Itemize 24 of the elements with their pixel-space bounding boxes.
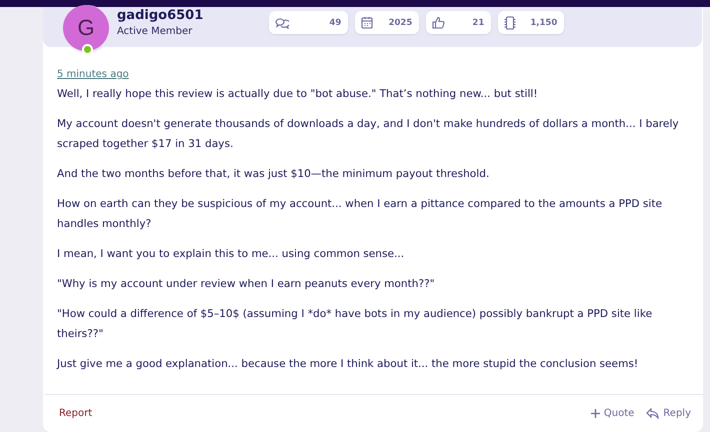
stat-value: 2025 xyxy=(388,18,412,28)
reply-link[interactable]: Reply xyxy=(646,408,691,419)
post-time-link[interactable]: 5 minutes ago xyxy=(57,69,129,80)
quote-link[interactable]: Quote xyxy=(590,408,634,419)
user-title: Active Member xyxy=(117,26,194,37)
post-paragraph: Just give me a good explanation... because the more I think about it... the more stupid the conclusion seems! xyxy=(57,357,640,372)
reply-arrow-icon xyxy=(646,408,660,419)
username-link[interactable]: gadigo6501 xyxy=(117,8,204,23)
report-link[interactable]: Report xyxy=(59,408,92,419)
post-paragraph: "Why is my account under review when I earn peanuts every month??" xyxy=(57,277,436,292)
post-paragraph: How on earth can they be suspicious of my account... when I earn a pittance compared to the amounts a PPD site handles monthly? xyxy=(57,197,664,232)
post-paragraph: And the two months before that, it was just $10—the minimum payout threshold. xyxy=(57,167,490,182)
post-paragraph: Well, I really hope this review is actually due to "bot abuse." That’s nothing new... but still! xyxy=(57,87,539,102)
post-paragraph: My account doesn't generate thousands of downloads a day, and I don't make hundreds of dollars a month... I barely scraped together $17 in 31 days. xyxy=(57,117,680,152)
post-paragraph: I mean, I want you to explain this to me... using common sense... xyxy=(57,247,406,262)
thumbs-up-icon xyxy=(432,16,446,29)
stat-value: 1,150 xyxy=(530,18,558,28)
chat-bubbles-icon xyxy=(275,16,290,28)
chip-icon xyxy=(504,16,516,30)
post-paragraph: "How could a difference of $5–10$ (assuming I *do* have bots in my audience) possibly bankrupt a PPD site like theirs??" xyxy=(57,307,654,342)
calendar-icon xyxy=(361,16,374,29)
stat-value: 21 xyxy=(472,18,484,28)
stat-value: 49 xyxy=(329,18,342,28)
plus-icon xyxy=(590,409,600,418)
